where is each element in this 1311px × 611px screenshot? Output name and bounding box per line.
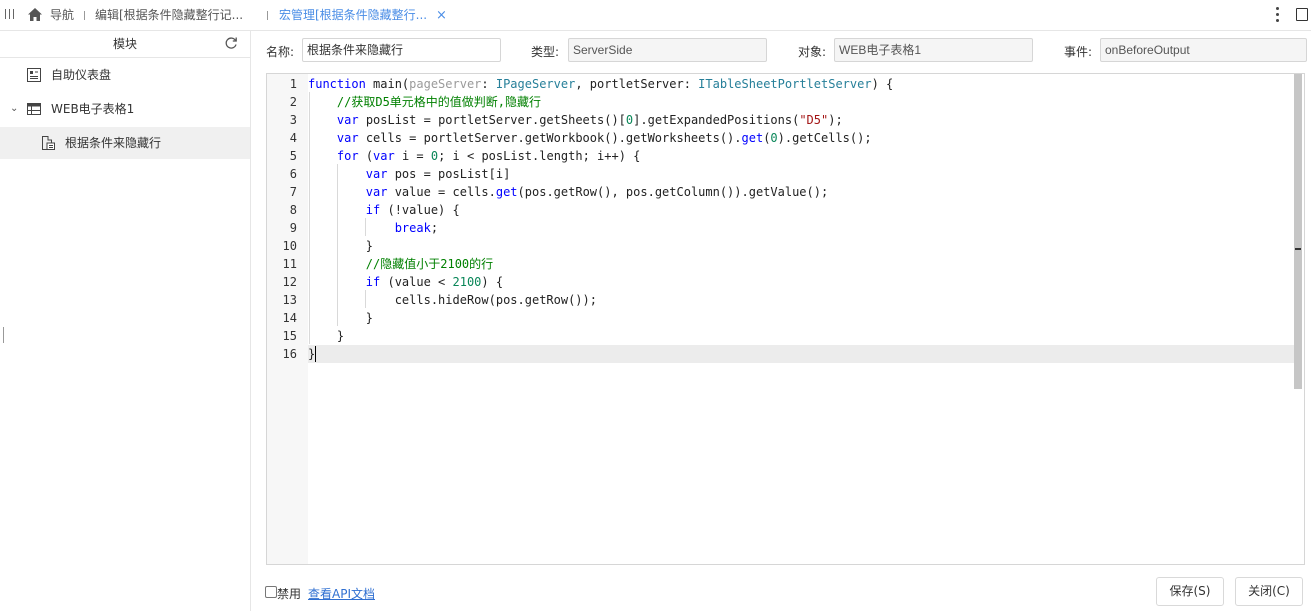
scroll-position-marker bbox=[1295, 248, 1301, 258]
tab-navigation[interactable]: 导航 bbox=[50, 0, 74, 31]
line-number: 14 bbox=[282, 311, 297, 325]
code-line[interactable]: cells.hideRow(pos.getRow()); bbox=[308, 291, 1294, 309]
line-number: 15 bbox=[282, 329, 297, 343]
sidebar-item-dashboard[interactable]: 自助仪表盘 bbox=[0, 59, 250, 91]
code-line[interactable]: //获取D5单元格中的值做判断,隐藏行 bbox=[308, 93, 1294, 111]
sidebar-header: 模块 bbox=[0, 31, 250, 58]
vertical-scrollbar[interactable] bbox=[1294, 74, 1303, 564]
object-field: WEB电子表格1 bbox=[834, 38, 1033, 62]
api-docs-link[interactable]: 查看API文档 bbox=[308, 585, 375, 602]
line-number: 12 bbox=[282, 275, 297, 289]
code-editor[interactable]: 1 2 3 4 5 6 7 8 9 10 11 12 13 14 15 16 function main(pa… bbox=[266, 73, 1305, 565]
type-label: 类型: bbox=[531, 45, 560, 59]
sidebar-item-label: 根据条件来隐藏行 bbox=[65, 136, 162, 150]
save-button[interactable]: 保存(S) bbox=[1156, 577, 1224, 606]
code-line[interactable]: break; bbox=[308, 219, 1294, 237]
more-vertical-icon[interactable] bbox=[1276, 7, 1279, 23]
tab-separator bbox=[267, 11, 268, 20]
line-number: 4 bbox=[289, 131, 297, 145]
line-number: 3 bbox=[289, 113, 297, 127]
tab-bar: 导航 编辑[根据条件隐藏整行记... 宏管理[根据条件隐藏整行... × bbox=[0, 0, 1311, 31]
code-line[interactable]: for (var i = 0; i < posList.length; i++)… bbox=[308, 147, 1294, 165]
code-line[interactable]: var posList = portletServer.getSheets()[… bbox=[308, 111, 1294, 129]
line-number: 7 bbox=[289, 185, 297, 199]
line-number: 11 bbox=[282, 257, 297, 271]
menu-lines-icon[interactable] bbox=[5, 9, 15, 21]
disable-checkbox[interactable] bbox=[265, 586, 277, 598]
event-field: onBeforeOutput bbox=[1100, 38, 1307, 62]
name-label: 名称: bbox=[266, 45, 295, 59]
code-line[interactable]: function main(pageServer: IPageServer, p… bbox=[308, 75, 1294, 93]
chevron-down-icon[interactable]: ⌄ bbox=[10, 93, 18, 125]
text-cursor bbox=[315, 346, 316, 362]
sidebar-item-spreadsheet[interactable]: ⌄ WEB电子表格1 bbox=[0, 93, 250, 125]
code-line[interactable]: } bbox=[308, 327, 1294, 345]
close-button[interactable]: 关闭(C) bbox=[1235, 577, 1303, 606]
close-tab-icon[interactable]: × bbox=[436, 0, 447, 31]
line-number: 1 bbox=[289, 77, 297, 91]
refresh-icon[interactable] bbox=[224, 36, 238, 50]
event-label: 事件: bbox=[1064, 45, 1093, 59]
line-number-gutter: 1 2 3 4 5 6 7 8 9 10 11 12 13 14 15 16 bbox=[267, 74, 308, 564]
dialog-footer: 禁用 查看API文档 保存(S) 关闭(C) bbox=[251, 571, 1311, 611]
disable-label: 禁用 bbox=[277, 587, 302, 601]
sidebar-item-macro[interactable]: 根据条件来隐藏行 bbox=[0, 127, 250, 159]
module-sidebar: 模块 自助仪表盘 ⌄ WEB电子表格1 根据条件来隐藏行 bbox=[0, 31, 251, 611]
code-line[interactable]: if (!value) { bbox=[308, 201, 1294, 219]
resize-handle[interactable] bbox=[3, 327, 4, 343]
sidebar-item-label: 自助仪表盘 bbox=[51, 68, 112, 82]
line-number: 5 bbox=[289, 149, 297, 163]
line-number: 10 bbox=[282, 239, 297, 253]
type-field: ServerSide bbox=[568, 38, 767, 62]
code-line[interactable]: } bbox=[308, 309, 1294, 327]
sidebar-title: 模块 bbox=[112, 37, 137, 51]
line-number: 13 bbox=[282, 293, 297, 307]
code-area[interactable]: function main(pageServer: IPageServer, p… bbox=[308, 74, 1294, 564]
scrollbar-thumb[interactable] bbox=[1294, 74, 1302, 389]
code-line[interactable]: var pos = posList[i] bbox=[308, 165, 1294, 183]
tab-edit-record[interactable]: 编辑[根据条件隐藏整行记... bbox=[95, 0, 245, 31]
code-line[interactable]: if (value < 2100) { bbox=[308, 273, 1294, 291]
line-number: 6 bbox=[289, 167, 297, 181]
home-icon[interactable] bbox=[27, 7, 43, 22]
name-field[interactable]: 根据条件来隐藏行 bbox=[302, 38, 501, 62]
code-line[interactable]: var value = cells.get(pos.getRow(), pos.… bbox=[308, 183, 1294, 201]
line-number: 2 bbox=[289, 95, 297, 109]
code-line[interactable]: } bbox=[308, 237, 1294, 255]
line-number: 9 bbox=[289, 221, 297, 235]
window-icon[interactable] bbox=[1296, 8, 1308, 21]
code-line[interactable]: //隐藏值小于2100的行 bbox=[308, 255, 1294, 273]
line-number: 16 bbox=[282, 347, 297, 361]
tab-macro-manager[interactable]: 宏管理[根据条件隐藏整行... bbox=[279, 0, 429, 31]
object-label: 对象: bbox=[798, 45, 827, 59]
macro-icon bbox=[42, 136, 55, 150]
tab-separator bbox=[84, 11, 85, 20]
macro-properties: 名称: 根据条件来隐藏行 类型: ServerSide 对象: WEB电子表格1… bbox=[251, 31, 1311, 71]
spreadsheet-icon bbox=[27, 103, 41, 115]
sidebar-item-label: WEB电子表格1 bbox=[51, 102, 135, 116]
code-line[interactable]: var cells = portletServer.getWorkbook().… bbox=[308, 129, 1294, 147]
line-number: 8 bbox=[289, 203, 297, 217]
code-line[interactable]: } bbox=[308, 345, 1294, 363]
dashboard-icon bbox=[27, 68, 41, 82]
